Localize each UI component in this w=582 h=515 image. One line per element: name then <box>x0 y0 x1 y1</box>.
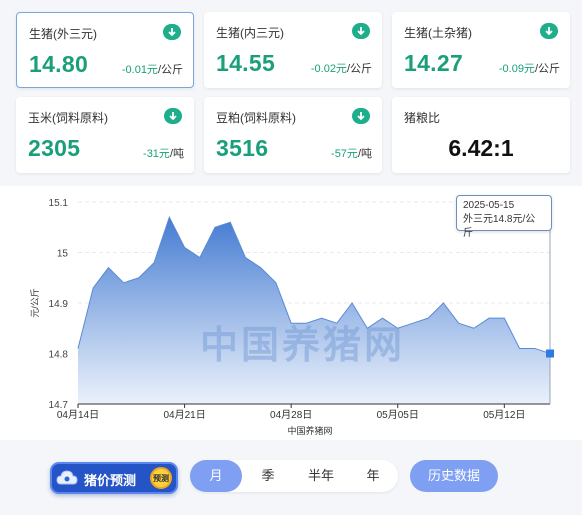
y-tick-label: 14.9 <box>49 299 69 310</box>
card-change: -57元/吨 <box>331 148 372 160</box>
card-name: 生猪(土杂猪) <box>404 26 472 40</box>
down-arrow-icon <box>540 23 558 39</box>
price-card-tuzazhu[interactable]: 生猪(土杂猪) 14.27 -0.09元/公斤 <box>392 12 570 88</box>
bottom-controls: 猪价预测 预测 月 季 半年 年 历史数据 <box>0 440 582 515</box>
card-name: 生猪(外三元) <box>29 27 97 41</box>
x-tick-label: 04月14日 <box>57 409 99 421</box>
tooltip-date: 2025-05-15 <box>463 200 515 211</box>
period-half-year[interactable]: 半年 <box>294 460 348 492</box>
card-name: 生猪(内三元) <box>216 26 284 40</box>
price-chart[interactable]: 14.7 14.8 14.9 15 15.1 04月14日 04月21日 04月28日 05月0… <box>0 186 582 440</box>
price-forecast-button[interactable]: 猪价预测 预测 <box>50 462 178 494</box>
card-price: 14.27 <box>404 50 464 76</box>
card-price: 2305 <box>28 135 81 161</box>
card-name: 玉米(饲料原料) <box>28 111 108 125</box>
history-data-button[interactable]: 历史数据 <box>410 460 498 492</box>
period-quarter[interactable]: 季 <box>242 460 294 492</box>
forecast-label: 猪价预测 <box>84 473 137 488</box>
price-area <box>78 217 550 404</box>
down-arrow-icon <box>352 108 370 124</box>
selected-point-marker <box>546 349 554 358</box>
price-card-corn[interactable]: 玉米(饲料原料) 2305 -31元/吨 <box>16 97 194 173</box>
card-change: -0.09元/公斤 <box>498 63 560 75</box>
pig-grain-ratio-card[interactable]: 猪粮比 6.42:1 <box>392 97 570 173</box>
x-tick-label: 05月05日 <box>377 409 419 421</box>
x-tick-label: 04月28日 <box>270 409 312 421</box>
down-arrow-icon <box>163 24 181 40</box>
card-change: -0.02元/公斤 <box>310 63 372 75</box>
x-tick-label: 04月21日 <box>163 409 205 421</box>
tooltip-text: 外三元14.8元/公斤 <box>463 214 536 239</box>
card-change: -0.01元/公斤 <box>121 64 183 76</box>
period-year[interactable]: 年 <box>348 460 398 492</box>
card-price: 14.80 <box>29 51 89 77</box>
down-arrow-icon <box>164 108 182 124</box>
chart-tooltip: 2025-05-15 外三元14.8元/公斤 <box>456 195 552 239</box>
card-change: -31元/吨 <box>143 148 184 160</box>
card-name: 豆粕(饲料原料) <box>216 111 296 125</box>
y-axis-label: 元/公斤 <box>30 288 40 318</box>
x-axis-label: 中国养猪网 <box>287 425 332 436</box>
down-arrow-icon <box>352 23 370 39</box>
ratio-value: 6.42:1 <box>448 135 514 161</box>
y-tick-label: 15 <box>57 249 69 260</box>
forecast-badge: 预测 <box>150 467 172 489</box>
card-price: 14.55 <box>216 50 276 76</box>
period-selector: 月 季 半年 年 <box>190 460 398 492</box>
card-name: 猪粮比 <box>404 111 441 125</box>
card-price: 3516 <box>216 135 269 161</box>
price-card-soymeal[interactable]: 豆粕(饲料原料) 3516 -57元/吨 <box>204 97 382 173</box>
price-card-waisanyuan[interactable]: 生猪(外三元) 14.80 -0.01元/公斤 <box>16 12 194 88</box>
x-tick-label: 05月12日 <box>483 409 525 421</box>
cloud-icon <box>56 470 78 485</box>
y-tick-label: 15.1 <box>49 198 69 209</box>
period-month[interactable]: 月 <box>190 460 242 492</box>
y-tick-label: 14.8 <box>49 350 69 361</box>
price-card-neisanyuan[interactable]: 生猪(内三元) 14.55 -0.02元/公斤 <box>204 12 382 88</box>
